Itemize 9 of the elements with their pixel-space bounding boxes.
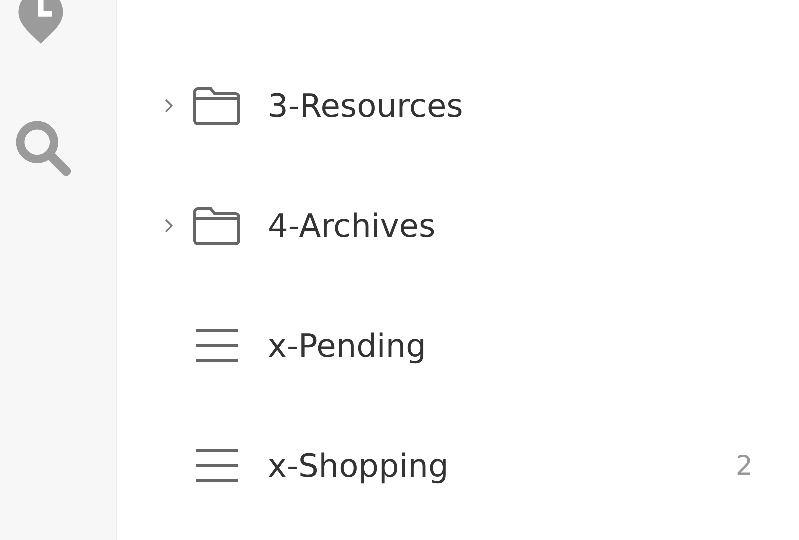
chevron-icon[interactable] <box>164 218 174 234</box>
list-item-label[interactable]: 4-Archives <box>268 207 436 245</box>
folder-icon <box>192 86 242 126</box>
list-item-label[interactable]: x-Pending <box>268 327 426 365</box>
item-count: 2 <box>736 450 753 482</box>
folder-icon <box>192 206 242 246</box>
list-item-label[interactable]: 3-Resources <box>268 87 464 125</box>
list-item-label[interactable]: x-Shopping <box>268 447 449 485</box>
chevron-icon[interactable] <box>164 98 174 114</box>
